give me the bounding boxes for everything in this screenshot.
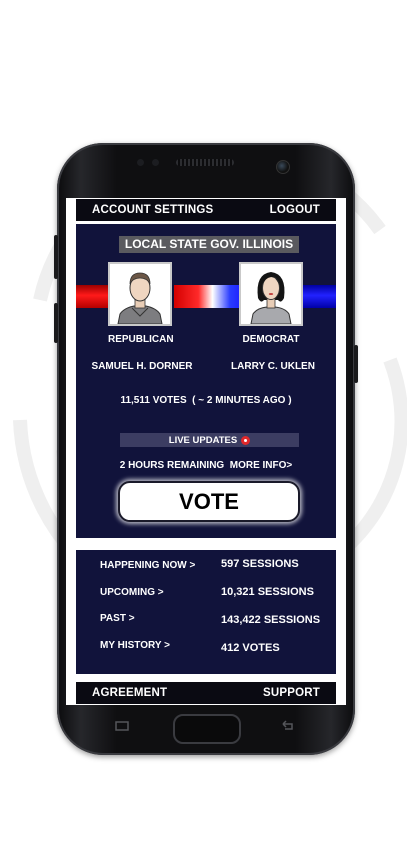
front-camera-icon [276, 160, 290, 174]
live-updates-bar[interactable]: LIVE UPDATES [120, 433, 299, 447]
top-bar: ACCOUNT SETTINGS LOGOUT [76, 199, 336, 221]
vote-count: 11,511 VOTES ( ~ 2 MINUTES AGO ) [120, 395, 292, 406]
democrat-candidate-photo[interactable] [239, 262, 303, 326]
sensor-icon [137, 159, 144, 166]
democrat-candidate-name: LARRY C. UKLEN [231, 361, 315, 372]
recent-apps-icon [115, 721, 129, 731]
logout-link[interactable]: LOGOUT [270, 204, 320, 216]
bixby-button [54, 303, 58, 343]
power-button [354, 345, 358, 383]
upcoming-count: 10,321 SESSIONS [221, 586, 314, 598]
live-dot-icon [241, 435, 251, 445]
republican-party-label: REPUBLICAN [108, 334, 174, 345]
my-history-link[interactable]: MY HISTORY > [100, 640, 170, 651]
blue-stripe [302, 285, 336, 308]
time-remaining-label: 2 HOURS REMAINING [119, 460, 225, 471]
my-history-count: 412 VOTES [221, 642, 280, 654]
democrat-party-label: DEMOCRAT [242, 334, 300, 345]
democrat-avatar-icon [241, 264, 301, 324]
sessions-panel: HAPPENING NOW > 597 SESSIONS UPCOMING > … [76, 550, 336, 674]
earpiece-speaker [176, 159, 234, 166]
support-link[interactable]: SUPPORT [263, 687, 320, 699]
upcoming-link[interactable]: UPCOMING > [100, 587, 164, 598]
election-title: LOCAL STATE GOV. ILLINOIS [119, 236, 299, 253]
home-button[interactable] [173, 714, 241, 744]
back-icon [282, 720, 293, 730]
red-white-blue-stripe [174, 285, 244, 308]
republican-candidate-photo[interactable] [108, 262, 172, 326]
republican-avatar-icon [110, 264, 170, 324]
vote-button[interactable]: VOTE [118, 481, 300, 522]
back-button[interactable] [277, 718, 299, 734]
election-panel: LOCAL STATE GOV. ILLINOIS REPUBLICAN DEM… [76, 224, 336, 538]
live-updates-label: LIVE UPDATES [168, 434, 238, 446]
agreement-link[interactable]: AGREEMENT [92, 687, 167, 699]
recent-apps-button[interactable] [111, 718, 133, 734]
phone-screen: ACCOUNT SETTINGS LOGOUT LOCAL STATE GOV.… [66, 198, 346, 705]
happening-now-link[interactable]: HAPPENING NOW > [100, 560, 195, 571]
sensor-icon [152, 159, 159, 166]
bottom-bar: AGREEMENT SUPPORT [76, 682, 336, 704]
past-count: 143,422 SESSIONS [221, 614, 321, 626]
more-info-link[interactable]: MORE INFO> [230, 460, 293, 471]
volume-button [54, 235, 58, 279]
time-remaining: 2 HOURS REMAINING MORE INFO> [76, 460, 336, 471]
happening-now-count: 597 SESSIONS [221, 558, 299, 570]
past-link[interactable]: PAST > [100, 613, 135, 624]
account-settings-link[interactable]: ACCOUNT SETTINGS [92, 204, 213, 216]
republican-candidate-name: SAMUEL H. DORNER [91, 361, 193, 372]
